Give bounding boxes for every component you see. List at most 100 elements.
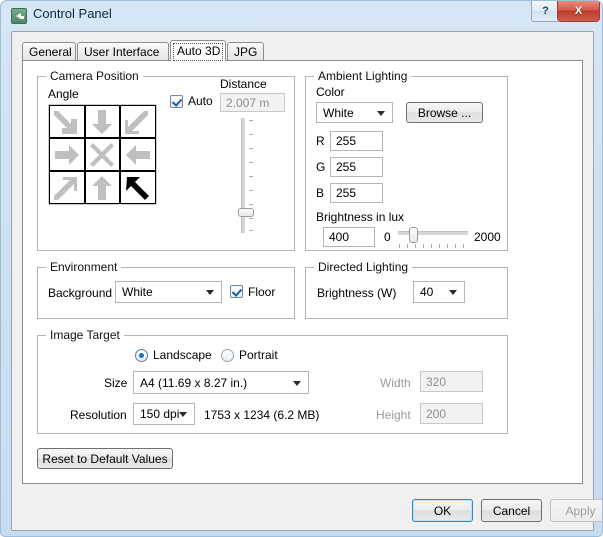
pixel-info-label: 1753 x 1234 (6.2 MB) bbox=[204, 408, 320, 422]
landscape-label: Landscape bbox=[153, 348, 212, 362]
ambient-color-combo[interactable]: White bbox=[316, 102, 393, 123]
arrow-left-icon bbox=[126, 144, 151, 165]
auto-checkbox[interactable] bbox=[170, 95, 183, 108]
tab-focus-outline bbox=[173, 43, 223, 61]
floor-label: Floor bbox=[248, 285, 276, 299]
ambient-lighting-group: Ambient Lighting Color White Browse ... … bbox=[305, 69, 508, 251]
chevron-down-icon bbox=[449, 290, 457, 295]
back-arrow-icon bbox=[11, 8, 27, 24]
directed-lighting-group: Directed Lighting Brightness (W) 40 bbox=[305, 260, 508, 319]
angle-cell-bottom-center[interactable] bbox=[84, 171, 121, 204]
background-label: Background bbox=[48, 286, 113, 300]
b-label: B bbox=[316, 186, 325, 200]
arrow-right-icon bbox=[54, 144, 79, 165]
brightness-lux-field[interactable]: 400 bbox=[323, 227, 375, 247]
combo-value: 150 dpi bbox=[140, 407, 180, 421]
slider-thumb[interactable] bbox=[238, 208, 254, 217]
r-label: R bbox=[316, 134, 325, 148]
chevron-down-icon bbox=[179, 412, 187, 417]
angle-cell-top-left[interactable] bbox=[49, 105, 85, 138]
combo-value: White bbox=[122, 285, 153, 299]
arrow-down-left-icon bbox=[125, 110, 149, 134]
background-combo[interactable]: White bbox=[115, 281, 222, 303]
angle-cell-top-center[interactable] bbox=[84, 105, 121, 138]
arrow-down-right-icon bbox=[53, 110, 77, 134]
slider-ticks bbox=[398, 244, 468, 249]
r-field[interactable]: 255 bbox=[330, 131, 383, 151]
tab-page-auto-3d: Camera Position Angle Auto Distance 2.00… bbox=[22, 60, 583, 484]
brightness-lux-slider[interactable] bbox=[398, 227, 468, 249]
tab-label: General bbox=[29, 45, 72, 59]
angle-cell-top-right[interactable] bbox=[120, 105, 156, 138]
auto-label: Auto bbox=[188, 94, 213, 108]
arrow-up-left-icon-selected bbox=[126, 176, 150, 200]
angle-cell-middle-right[interactable] bbox=[120, 138, 156, 171]
group-title: Ambient Lighting bbox=[314, 69, 412, 83]
tab-label: User Interface bbox=[84, 45, 160, 59]
chevron-down-icon bbox=[293, 380, 301, 386]
arrow-up-right-icon bbox=[53, 176, 77, 200]
portrait-label: Portrait bbox=[239, 348, 278, 362]
landscape-radio[interactable] bbox=[135, 349, 148, 362]
angle-cell-middle-left[interactable] bbox=[49, 138, 85, 171]
distance-slider[interactable] bbox=[238, 118, 254, 233]
size-combo[interactable]: A4 (11.69 x 8.27 in.) bbox=[133, 371, 309, 394]
brightness-lux-label: Brightness in lux bbox=[316, 210, 405, 224]
angle-label: Angle bbox=[48, 87, 79, 101]
tab-general[interactable]: General bbox=[22, 42, 76, 61]
close-button[interactable]: X bbox=[557, 1, 600, 22]
browse-button[interactable]: Browse ... bbox=[406, 102, 483, 123]
floor-checkbox[interactable] bbox=[230, 285, 243, 298]
reset-to-default-values-button[interactable]: Reset to Default Values bbox=[37, 448, 173, 469]
resolution-combo[interactable]: 150 dpi bbox=[133, 403, 195, 425]
cancel-button[interactable]: Cancel bbox=[481, 499, 542, 522]
brightness-min-label: 0 bbox=[384, 230, 391, 244]
camera-position-group: Camera Position Angle Auto Distance 2.00… bbox=[37, 69, 295, 251]
directed-brightness-label: Brightness (W) bbox=[317, 286, 397, 300]
combo-value: White bbox=[323, 105, 354, 120]
apply-button: Apply bbox=[550, 499, 602, 522]
brightness-max-label: 2000 bbox=[474, 230, 501, 244]
g-label: G bbox=[316, 160, 326, 174]
control-panel-window: Control Panel ? X General User Interface… bbox=[0, 0, 603, 537]
combo-value: 40 bbox=[420, 285, 434, 299]
chevron-down-icon bbox=[377, 110, 385, 116]
angle-cell-center[interactable] bbox=[84, 138, 121, 171]
g-field[interactable]: 255 bbox=[330, 157, 383, 177]
group-title: Image Target bbox=[46, 328, 124, 342]
resolution-label: Resolution bbox=[70, 408, 127, 422]
arrow-down-icon bbox=[92, 109, 113, 134]
chevron-down-icon bbox=[206, 290, 214, 295]
tab-jpg[interactable]: JPG bbox=[227, 42, 264, 61]
dialog-footer: OK Cancel Apply bbox=[12, 486, 602, 530]
slider-thumb[interactable] bbox=[409, 227, 418, 243]
distance-label: Distance bbox=[220, 77, 267, 91]
angle-cell-bottom-left[interactable] bbox=[49, 171, 85, 204]
tab-user-interface[interactable]: User Interface bbox=[77, 42, 169, 61]
ok-button[interactable]: OK bbox=[412, 499, 473, 522]
color-label: Color bbox=[316, 85, 345, 99]
client-area: General User Interface Auto 3D JPG Camer… bbox=[11, 31, 602, 531]
image-target-group: Image Target Landscape Portrait Size A4 … bbox=[37, 328, 508, 434]
window-title: Control Panel bbox=[33, 6, 112, 21]
b-field[interactable]: 255 bbox=[330, 183, 383, 203]
directed-brightness-combo[interactable]: 40 bbox=[413, 281, 465, 303]
title-bar: Control Panel ? X bbox=[1, 1, 602, 31]
group-title: Camera Position bbox=[46, 69, 143, 83]
distance-field: 2.007 m bbox=[220, 93, 285, 112]
cross-icon bbox=[90, 142, 115, 167]
group-title: Environment bbox=[46, 260, 122, 274]
help-button[interactable]: ? bbox=[531, 1, 560, 22]
combo-value: A4 (11.69 x 8.27 in.) bbox=[140, 375, 248, 390]
angle-grid[interactable] bbox=[48, 104, 157, 205]
size-label: Size bbox=[104, 376, 128, 390]
tab-label: JPG bbox=[234, 45, 258, 59]
portrait-radio[interactable] bbox=[221, 349, 234, 362]
environment-group: Environment Background White Floor bbox=[37, 260, 295, 319]
width-field: 320 bbox=[420, 371, 483, 392]
tab-auto-3d[interactable]: Auto 3D bbox=[170, 40, 226, 61]
angle-cell-bottom-right[interactable] bbox=[120, 171, 156, 204]
height-label: Height bbox=[376, 408, 411, 422]
height-field: 200 bbox=[420, 403, 483, 424]
group-title: Directed Lighting bbox=[314, 260, 413, 274]
